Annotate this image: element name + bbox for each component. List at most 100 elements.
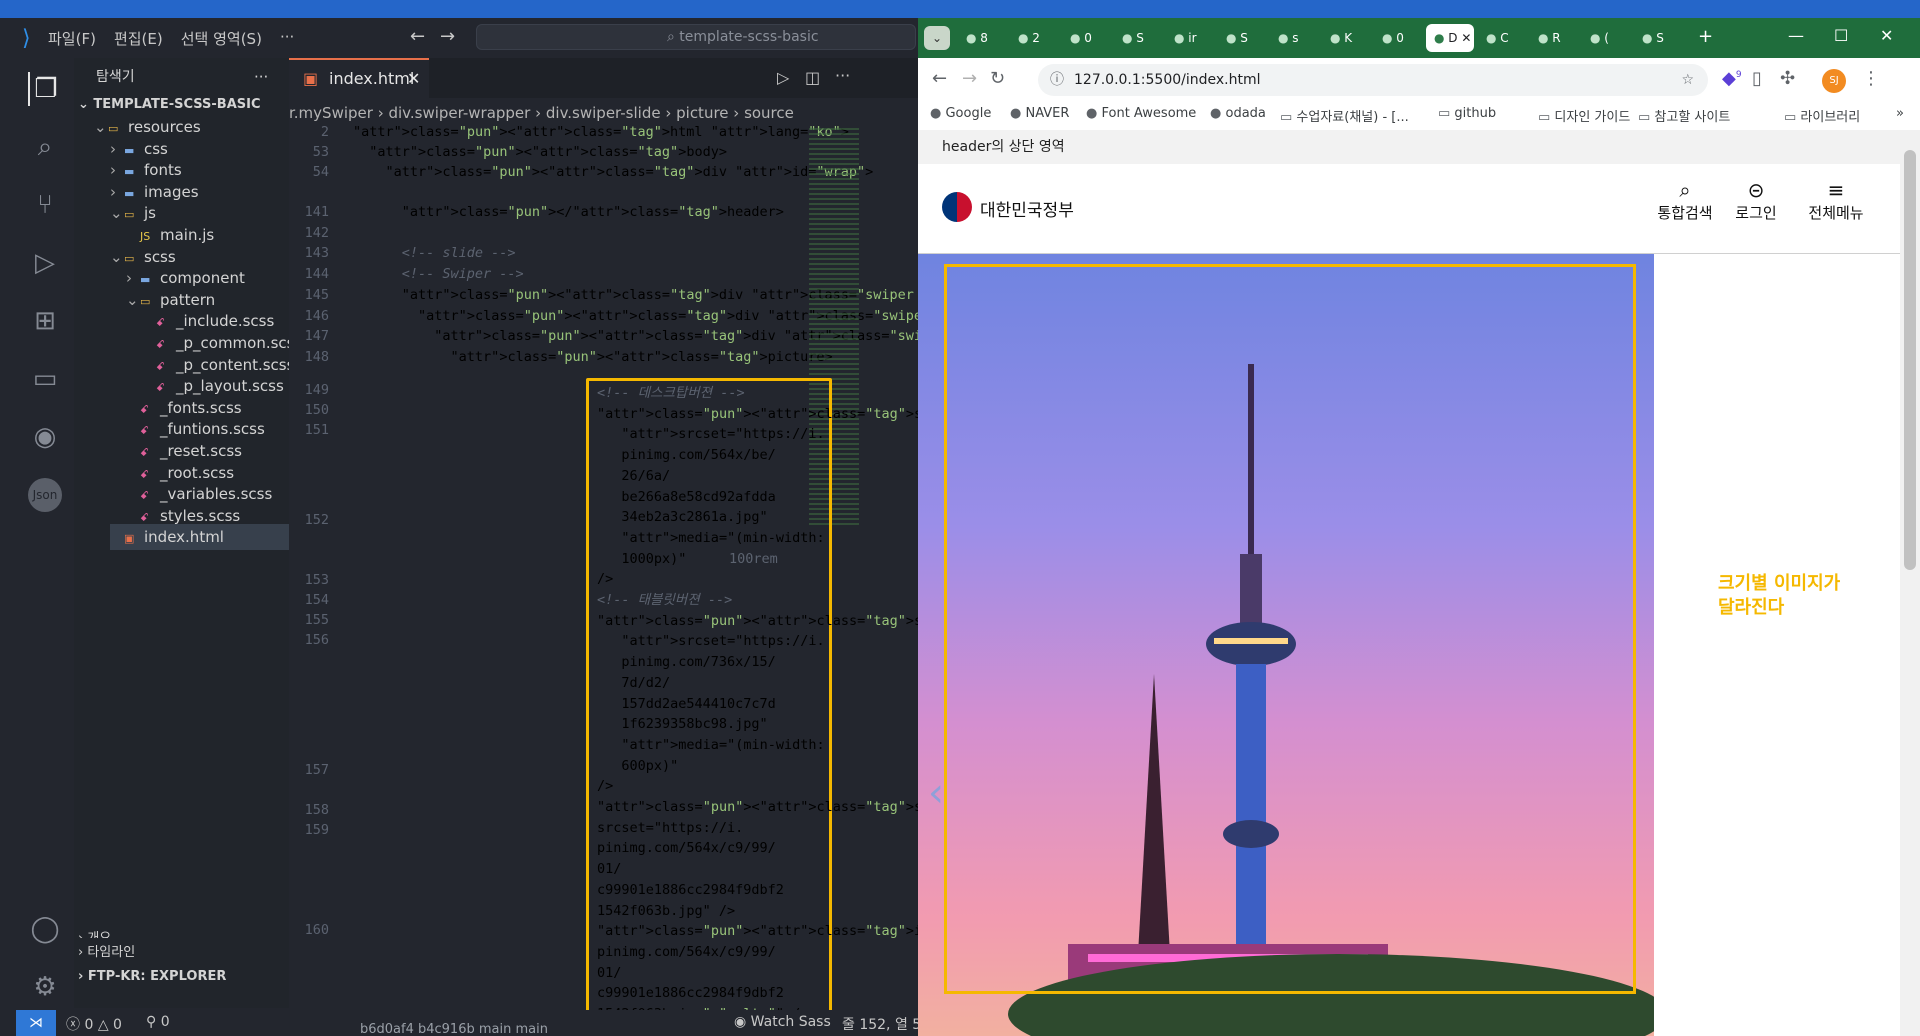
bookmarks-overflow-icon[interactable]: » xyxy=(1896,106,1904,121)
browser-tab[interactable]: ● C xyxy=(1478,24,1526,52)
run-icon[interactable]: ▷ xyxy=(777,68,789,87)
bookmark-item[interactable]: ● Google xyxy=(930,106,991,121)
browser-tab[interactable]: ● S xyxy=(1218,24,1266,52)
remote-icon[interactable]: ⋊ xyxy=(16,1010,56,1036)
bookmark-item[interactable]: ▭ 라이브러리 xyxy=(1784,106,1860,125)
run-debug-icon[interactable]: ▷ xyxy=(28,246,62,280)
tab-favicon-icon: ● xyxy=(1278,31,1293,45)
vscode-logo-icon: ⟩ xyxy=(22,26,31,51)
highlight-code-line: c99901e1886cc2984f9dbf2 xyxy=(597,985,784,1002)
back-arrow-icon[interactable]: ← xyxy=(410,26,425,47)
line-number: 152 xyxy=(304,512,329,528)
tab-favicon-icon: ● xyxy=(1226,31,1241,45)
json-icon[interactable]: Json xyxy=(28,478,62,512)
split-editor-icon[interactable]: ◫ xyxy=(805,68,820,87)
search-icon[interactable]: ⌕ xyxy=(28,130,62,164)
tree-item-label: _fonts.scss xyxy=(160,398,242,417)
address-bar[interactable]: ⓘ 127.0.0.1:5500/index.html ☆ xyxy=(1038,64,1708,96)
ports-status[interactable]: ⚲ 0 xyxy=(146,1014,170,1030)
bookmark-item[interactable]: ● NAVER xyxy=(1010,106,1069,121)
browser-tab[interactable]: ● R xyxy=(1530,24,1578,52)
browser-tab[interactable]: ● s xyxy=(1270,24,1318,52)
browser-tab[interactable]: ● ir xyxy=(1166,24,1214,52)
bookmark-item[interactable]: ▭ 참고할 사이트 xyxy=(1638,106,1730,125)
site-info-icon[interactable]: ⓘ xyxy=(1050,64,1064,96)
extensions-puzzle-icon[interactable]: ✣ xyxy=(1780,68,1795,89)
minimize-icon[interactable]: — xyxy=(1788,26,1804,45)
maximize-icon[interactable]: ☐ xyxy=(1834,26,1848,45)
back-icon[interactable]: ← xyxy=(932,68,947,89)
government-logo-icon[interactable] xyxy=(942,192,972,222)
new-tab-icon[interactable]: + xyxy=(1698,26,1713,47)
problems-status[interactable]: ⓧ 0 △ 0 xyxy=(66,1014,122,1034)
bookmark-item[interactable]: ▭ 수업자료(채널) - [... xyxy=(1280,106,1409,125)
browser-tab[interactable]: ● K xyxy=(1322,24,1370,52)
slider-prev-icon[interactable]: ‹ xyxy=(928,770,944,816)
breadcrumb-item[interactable]: picture xyxy=(676,104,728,122)
tab-index-html[interactable]: ▣ index.html ✕ xyxy=(289,58,429,98)
chrome-menu-icon[interactable]: ⋮ xyxy=(1862,68,1880,89)
menu-file[interactable]: 파일(F) xyxy=(48,28,96,49)
highlight-code-line: <!-- 태블릿버젼 --> xyxy=(597,592,733,608)
github-icon[interactable]: ◉ xyxy=(28,420,62,454)
close-icon[interactable]: ✕ xyxy=(407,60,420,98)
browser-tab[interactable]: ● 0 xyxy=(1062,24,1110,52)
breadcrumb-item[interactable]: div.swiper-wrapper xyxy=(388,104,530,122)
nav-login[interactable]: ⊝ 로그인 xyxy=(1726,178,1786,223)
watch-sass-button[interactable]: ◉ Watch Sass xyxy=(734,1014,831,1030)
logo-text[interactable]: 대한민국정부 xyxy=(980,196,1074,221)
scrollbar-thumb[interactable] xyxy=(1904,150,1916,570)
extensions-icon[interactable]: ⊞ xyxy=(28,304,62,338)
browser-tab[interactable]: ● S xyxy=(1634,24,1682,52)
tab-title: ir xyxy=(1188,31,1197,45)
nav-search[interactable]: ⌕ 통합검색 xyxy=(1653,178,1717,223)
tree-item[interactable]: ▣ index.html xyxy=(110,524,289,551)
breadcrumb-item[interactable]: source xyxy=(744,104,794,122)
command-search[interactable]: ⌕ template-scss-basic xyxy=(476,24,916,50)
browser-tab[interactable]: ● 0 xyxy=(1374,24,1422,52)
breadcrumb-item[interactable]: r.mySwiper xyxy=(289,104,373,122)
browser-tab[interactable]: ● ( xyxy=(1582,24,1630,52)
bookmark-item[interactable]: ● Font Awesome xyxy=(1086,106,1196,121)
highlight-code-line: 600px)" xyxy=(597,757,679,774)
chevron-down-icon: ⌄ xyxy=(78,97,94,112)
cursor-position[interactable]: 줄 152, 열 5 xyxy=(842,1014,918,1034)
bookmark-star-icon[interactable]: ☆ xyxy=(1681,64,1694,96)
editor-more-icon[interactable]: ··· xyxy=(835,66,850,85)
section-ftp-explorer[interactable]: › FTP-KR: EXPLORER xyxy=(78,964,226,990)
extension-icon[interactable]: ◆9 xyxy=(1722,68,1742,89)
close-window-icon[interactable]: ✕ xyxy=(1880,26,1893,45)
profile-avatar[interactable]: SJ xyxy=(1822,69,1846,93)
menu-more[interactable]: ··· xyxy=(280,28,294,49)
settings-gear-icon[interactable]: ⚙ xyxy=(28,970,62,1004)
source-control-icon[interactable]: ⑂ xyxy=(28,188,62,222)
reading-mode-icon[interactable]: ▯ xyxy=(1752,68,1762,89)
menu-selection[interactable]: 선택 영역(S) xyxy=(181,28,262,49)
breadcrumb-item[interactable]: div.swiper-slide xyxy=(546,104,661,122)
close-tab-icon[interactable]: ✕ xyxy=(1458,31,1471,45)
tree-item-label: _p_layout.scss xyxy=(176,377,284,396)
swiper-slide-image[interactable]: ‹ xyxy=(918,254,1654,1036)
bookmark-item[interactable]: ● odada xyxy=(1210,106,1266,121)
bookmark-item[interactable]: ▭ 디자인 가이드 xyxy=(1538,106,1630,125)
browser-tab[interactable]: ● 2 xyxy=(1010,24,1058,52)
bookmark-item[interactable]: ▭ github xyxy=(1438,106,1496,121)
search-icon: ⌕ xyxy=(667,29,680,45)
font-awesome-icon: ● xyxy=(1086,106,1102,121)
browser-tab[interactable]: ● 8 xyxy=(958,24,1006,52)
explorer-more-button[interactable]: ··· xyxy=(254,64,268,90)
tree-item-label: main.js xyxy=(160,226,215,244)
browser-tab[interactable]: ● S xyxy=(1114,24,1162,52)
browser-tab[interactable]: ● D ✕ xyxy=(1426,24,1474,52)
reload-icon[interactable]: ↻ xyxy=(990,68,1005,89)
vertical-scrollbar[interactable] xyxy=(1900,130,1920,1036)
menu-edit[interactable]: 편집(E) xyxy=(114,28,163,49)
remote-explorer-icon[interactable]: ▭ xyxy=(28,362,62,396)
nav-all-menu[interactable]: ≡ 전체메뉴 xyxy=(1800,178,1872,223)
explorer-icon[interactable]: ❐ xyxy=(28,72,62,106)
tab-search-icon[interactable]: ⌄ xyxy=(924,26,950,50)
forward-icon[interactable]: → xyxy=(962,68,977,89)
section-timeline[interactable]: › 타임라인 xyxy=(78,940,135,966)
forward-arrow-icon[interactable]: → xyxy=(440,26,455,47)
accounts-icon[interactable]: ◯ xyxy=(28,912,62,946)
